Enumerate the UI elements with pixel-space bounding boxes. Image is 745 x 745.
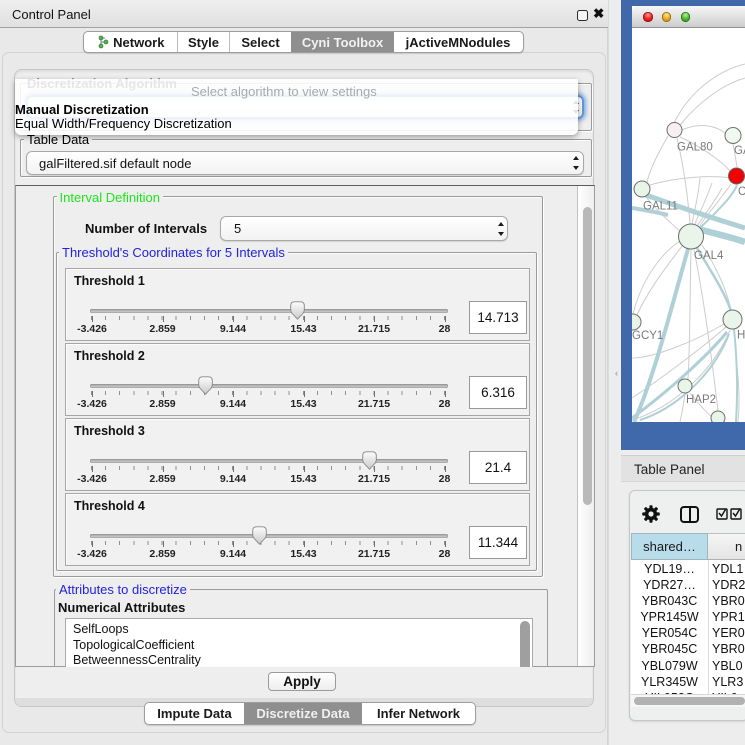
svg-text:C: C <box>738 186 745 198</box>
svg-text:GA: GA <box>734 145 745 157</box>
svg-text:GCY1: GCY1 <box>632 330 663 342</box>
svg-text:GAL4: GAL4 <box>694 250 724 262</box>
svg-text:GAL11: GAL11 <box>643 201 678 213</box>
svg-text:GAL80: GAL80 <box>677 142 713 154</box>
svg-text:HAP2: HAP2 <box>686 394 716 406</box>
svg-text:H: H <box>737 330 745 342</box>
